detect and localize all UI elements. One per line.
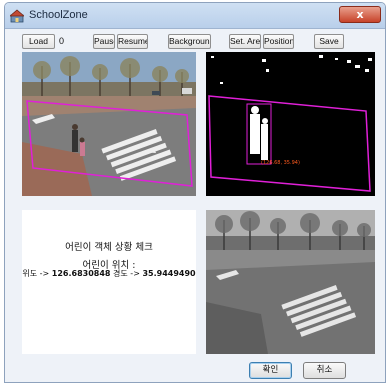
resume-button[interactable]: Resume xyxy=(117,34,148,49)
lat-value: 35.9449490 xyxy=(142,269,196,278)
mask-view[interactable]: (126.68, 35.94) xyxy=(206,52,375,196)
info-title: 어린이 객체 상황 체크 xyxy=(65,242,153,253)
mask-scene: (126.68, 35.94) xyxy=(208,55,372,192)
close-button[interactable]: x xyxy=(339,6,381,23)
ok-button[interactable]: 확인 xyxy=(249,362,292,379)
info-panel: 어린이 객체 상황 체크 어린이 위치 : 위도 -> 126.6830848 … xyxy=(22,210,196,354)
background-button[interactable]: Background xyxy=(168,34,211,49)
camera-scene xyxy=(22,52,196,196)
frame-number: 0 xyxy=(59,36,65,46)
app-icon xyxy=(10,9,24,23)
mask-zone-outline xyxy=(208,95,371,192)
window-title: SchoolZone xyxy=(29,9,88,21)
set-area-button[interactable]: Set. Area xyxy=(229,34,261,49)
detection-readout: (126.68, 35.94) xyxy=(261,160,300,166)
lon-value: 126.6830848 xyxy=(51,269,111,278)
pause-button[interactable]: Pause xyxy=(93,34,115,49)
background-view[interactable] xyxy=(206,210,375,354)
title-bar[interactable]: SchoolZone x xyxy=(5,3,385,29)
load-button[interactable]: Load xyxy=(22,34,55,49)
camera-view[interactable] xyxy=(22,52,196,196)
lon-label: 위도 -> xyxy=(22,269,52,278)
schoolzone-window: SchoolZone x Load 0 Pause Resume Backgro… xyxy=(4,2,386,383)
save-button[interactable]: Save xyxy=(314,34,344,49)
background-scene xyxy=(206,210,375,354)
coordinates: 위도 -> 126.6830848 경도 -> 35.9449490 xyxy=(22,268,196,279)
lat-label: 경도 -> xyxy=(110,269,143,278)
position-button[interactable]: Position xyxy=(263,34,294,49)
cancel-button[interactable]: 취소 xyxy=(303,362,346,379)
